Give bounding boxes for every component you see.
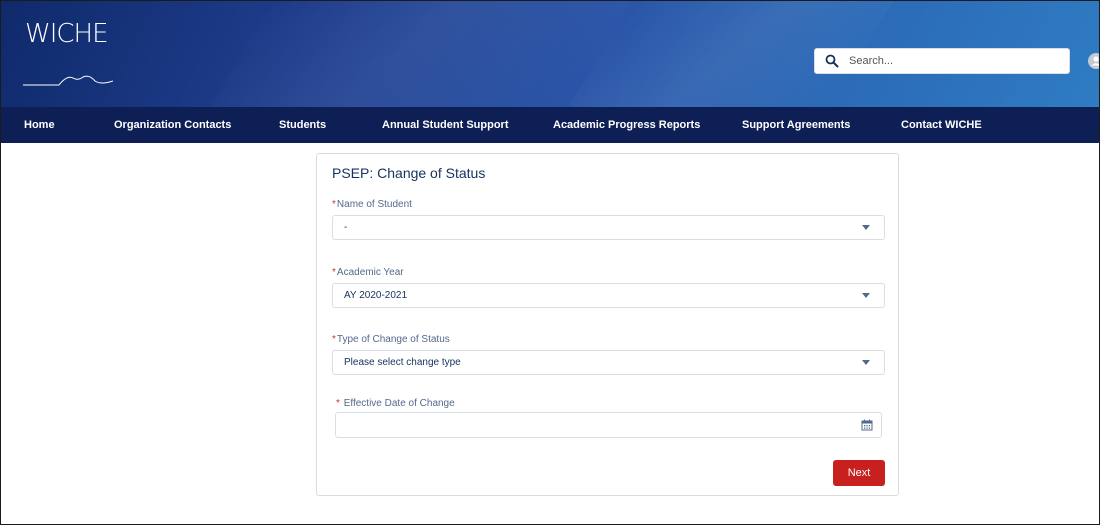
- effective-date-label: * Effective Date of Change: [336, 398, 455, 409]
- required-marker: *: [336, 398, 340, 409]
- change-of-status-form: PSEP: Change of Status *Name of Student …: [316, 153, 899, 496]
- chevron-down-icon: [862, 293, 870, 298]
- user-avatar[interactable]: [1088, 53, 1099, 69]
- type-of-change-label: *Type of Change of Status: [332, 334, 450, 345]
- required-marker: *: [332, 267, 336, 278]
- logo-mountain-icon: [23, 75, 113, 86]
- header-banner: WICHE: [1, 1, 1099, 107]
- user-icon: [1091, 56, 1099, 66]
- nav-item-home[interactable]: Home: [24, 107, 55, 143]
- nav-item-support-agreements[interactable]: Support Agreements: [742, 107, 850, 143]
- nav-item-academic-progress-reports[interactable]: Academic Progress Reports: [553, 107, 700, 143]
- wiche-logo[interactable]: WICHE: [25, 19, 109, 49]
- field-label-text: Academic Year: [336, 267, 404, 278]
- type-of-change-select[interactable]: Please select change type: [332, 350, 885, 375]
- app-window: WICHE Home Organization Contacts Student…: [0, 0, 1100, 525]
- next-button[interactable]: Next: [833, 460, 885, 486]
- nav-item-contact-wiche[interactable]: Contact WICHE: [901, 107, 982, 143]
- academic-year-label: *Academic Year: [332, 267, 404, 278]
- chevron-down-icon: [862, 225, 870, 230]
- search-icon: [825, 54, 839, 68]
- field-label-text: Type of Change of Status: [336, 334, 450, 345]
- required-marker: *: [332, 334, 336, 345]
- search-box[interactable]: [814, 48, 1070, 74]
- search-input[interactable]: [847, 54, 1051, 68]
- select-value: AY 2020-2021: [344, 290, 408, 301]
- select-value: -: [344, 222, 348, 233]
- name-of-student-label: *Name of Student: [332, 199, 412, 210]
- calendar-icon[interactable]: [861, 419, 873, 431]
- effective-date-input[interactable]: [335, 412, 882, 438]
- field-label-text: Effective Date of Change: [343, 398, 455, 409]
- nav-item-organization-contacts[interactable]: Organization Contacts: [114, 107, 231, 143]
- select-value: Please select change type: [344, 357, 461, 368]
- form-title: PSEP: Change of Status: [332, 165, 486, 181]
- chevron-down-icon: [862, 360, 870, 365]
- required-marker: *: [332, 199, 336, 210]
- banner-decoration: [210, 1, 632, 107]
- name-of-student-select[interactable]: -: [332, 215, 885, 240]
- field-label-text: Name of Student: [336, 199, 412, 210]
- main-navigation: Home Organization Contacts Students Annu…: [1, 107, 1099, 143]
- nav-item-students[interactable]: Students: [279, 107, 326, 143]
- nav-item-annual-student-support[interactable]: Annual Student Support: [382, 107, 508, 143]
- academic-year-select[interactable]: AY 2020-2021: [332, 283, 885, 308]
